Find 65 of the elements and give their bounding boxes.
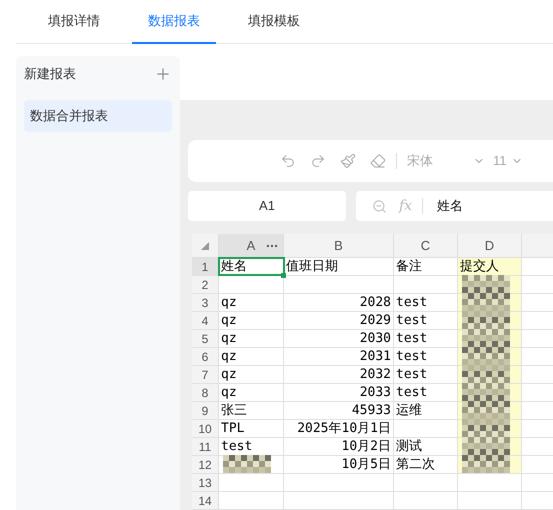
cell-text: test — [395, 366, 428, 383]
cell-text: 2028 — [358, 294, 392, 311]
row-header[interactable]: 7 — [192, 366, 219, 383]
cell-text: test — [395, 312, 428, 329]
sidebar-title: 新建报表 — [24, 65, 76, 84]
cell-text: 2033 — [358, 384, 392, 401]
row-header[interactable]: 14 — [192, 492, 219, 509]
row-header[interactable]: 10 — [192, 420, 219, 437]
cell-text: 2029 — [358, 312, 392, 329]
row-header[interactable]: 13 — [192, 474, 219, 491]
cell-text: 2025年10月1日 — [296, 420, 392, 437]
row-header[interactable]: 11 — [192, 438, 219, 455]
redo-icon[interactable] — [310, 153, 326, 169]
cell-text: test — [395, 294, 428, 311]
row-header[interactable]: 3 — [192, 294, 219, 311]
column-header[interactable]: B — [284, 234, 394, 257]
formula-value: 姓名 — [437, 197, 464, 216]
tab[interactable]: 填报模板 — [232, 0, 316, 44]
cell-text: qz — [220, 312, 238, 329]
row-header[interactable]: 8 — [192, 384, 219, 401]
eraser-icon[interactable] — [370, 153, 386, 169]
sidebar-item[interactable]: 数据合并报表 — [24, 100, 172, 132]
tab[interactable]: 数据报表 — [132, 0, 216, 44]
row-header[interactable]: 2 — [192, 276, 219, 293]
cell-text: qz — [220, 330, 238, 347]
cell-text: 运维 — [395, 402, 423, 419]
row-header[interactable]: 12 — [192, 456, 219, 473]
cell-text: 10月2日 — [340, 438, 392, 455]
column-header[interactable]: A — [219, 234, 284, 257]
column-header[interactable]: C — [394, 234, 458, 257]
cell-text: 2032 — [358, 366, 392, 383]
cell-text: 2030 — [358, 330, 392, 347]
cell-text: test — [395, 348, 428, 365]
zoom-icon[interactable] — [372, 198, 387, 214]
cell-text: 45933 — [350, 402, 392, 419]
fx-label: fx — [399, 196, 412, 216]
cell-text: 2031 — [358, 348, 392, 365]
name-box[interactable]: A1 — [188, 191, 346, 221]
cell-text: 备注 — [395, 258, 423, 275]
cell-text: 测试 — [395, 438, 423, 455]
select-all-icon[interactable] — [201, 242, 209, 250]
cell-text: TPL — [220, 420, 246, 437]
cell-text: 值班日期 — [285, 258, 339, 275]
cell-text: qz — [220, 366, 238, 383]
row-header[interactable]: 1 — [192, 258, 219, 275]
row-header[interactable]: 9 — [192, 402, 219, 419]
cell-text: test — [220, 438, 254, 455]
brush-icon[interactable] — [340, 153, 356, 169]
row-header[interactable]: 4 — [192, 312, 219, 329]
cell-text: test — [395, 384, 428, 401]
cell-text: 第二次 — [395, 456, 436, 473]
cell-text: 提交人 — [459, 258, 500, 275]
cell-text: qz — [220, 348, 238, 365]
cell-text: 姓名 — [220, 258, 248, 275]
cell-text: test — [395, 330, 428, 347]
cell-text: 10月5日 — [340, 456, 392, 473]
cell-text: qz — [220, 294, 238, 311]
formula-bar[interactable]: fx 姓名 — [356, 191, 553, 221]
row-header[interactable]: 5 — [192, 330, 219, 347]
column-header[interactable]: D — [458, 234, 522, 257]
tab[interactable]: 填报详情 — [32, 0, 116, 44]
cell-text: 张三 — [220, 402, 248, 419]
row-header[interactable]: 6 — [192, 348, 219, 365]
cell-text: qz — [220, 384, 238, 401]
undo-icon[interactable] — [280, 153, 296, 169]
